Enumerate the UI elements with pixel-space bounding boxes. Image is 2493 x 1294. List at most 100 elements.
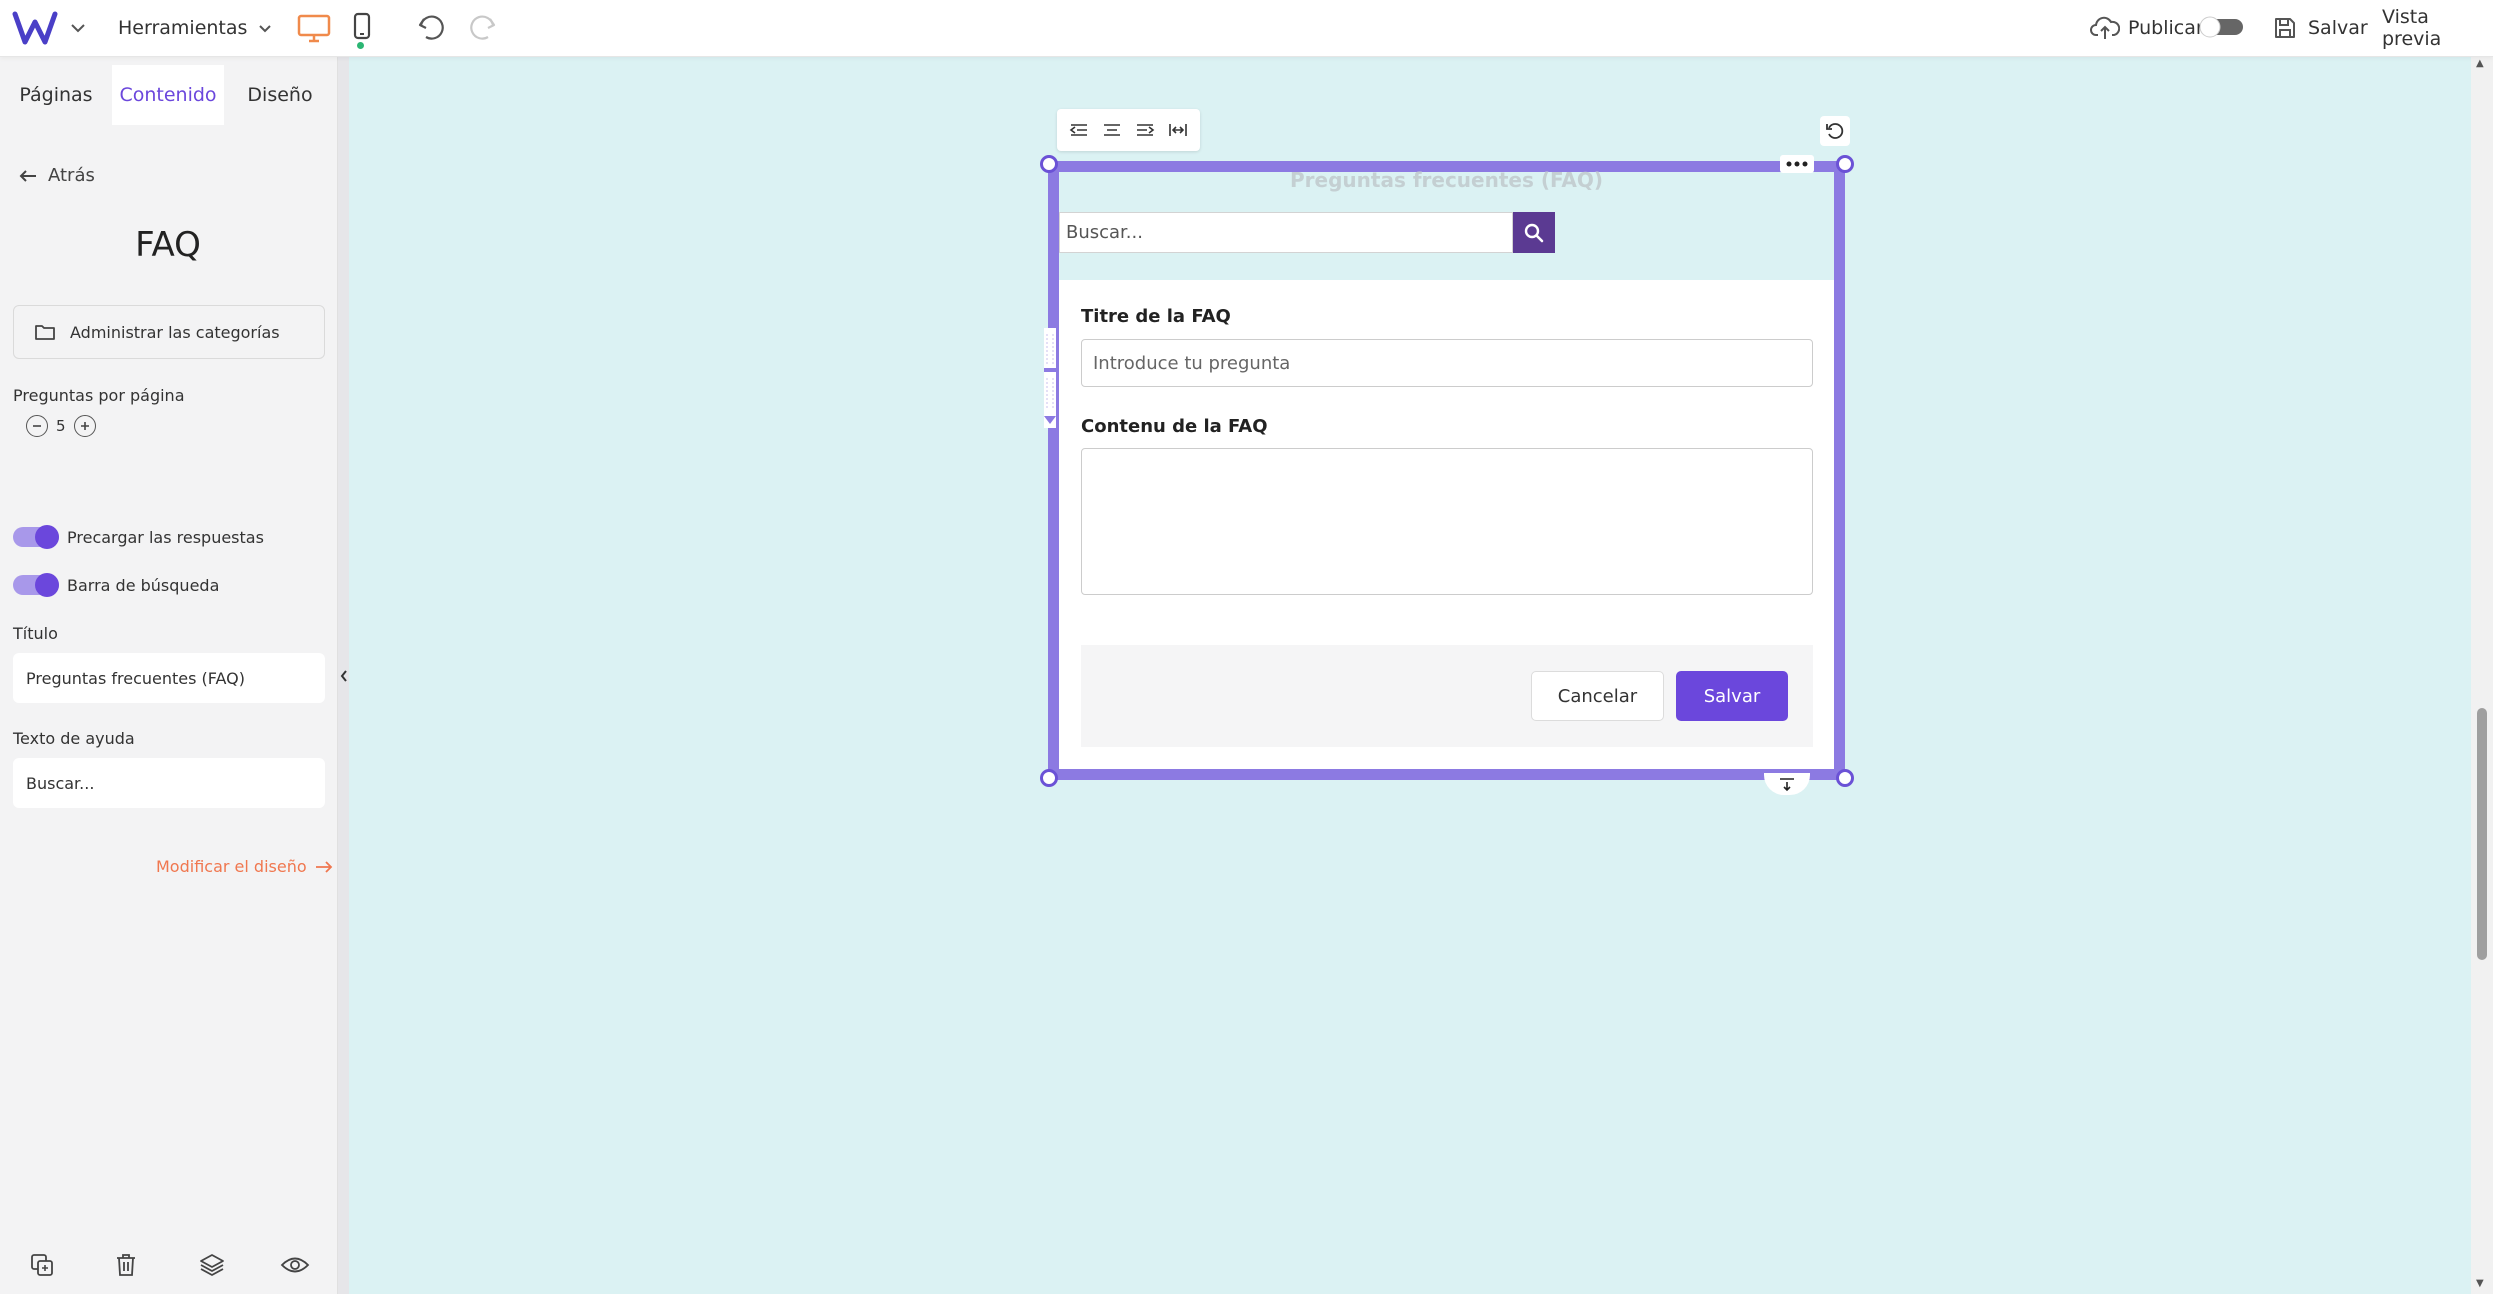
panel-title: FAQ — [135, 225, 201, 265]
plus-icon — [80, 422, 89, 430]
preload-answers-row: Precargar las respuestas — [13, 525, 264, 549]
reset-block-button[interactable] — [1820, 116, 1850, 146]
sidebar-tabs: Páginas Contenido Diseño — [0, 65, 336, 125]
reset-icon — [1826, 123, 1844, 139]
alignment-toolbar — [1057, 109, 1200, 151]
align-center-icon — [1104, 124, 1121, 136]
content-label: Contenu de la FAQ — [1081, 416, 1268, 437]
full-width-button[interactable] — [1165, 117, 1191, 143]
more-horizontal-icon — [1786, 161, 1808, 167]
desktop-view-button[interactable] — [296, 12, 332, 44]
publish-toggle[interactable] — [2198, 15, 2246, 39]
publish-label: Publicar — [2128, 17, 2204, 39]
redo-button[interactable] — [466, 10, 500, 44]
app-logo[interactable] — [12, 10, 58, 46]
chevron-down-icon — [71, 24, 85, 33]
scrollbar-thumb[interactable] — [2477, 708, 2487, 960]
sidebar: Páginas Contenido Diseño Atrás FAQ Admin… — [0, 57, 338, 1294]
scroll-up-arrow-icon[interactable]: ▲ — [2476, 58, 2484, 69]
mobile-icon — [353, 12, 371, 40]
help-text-field[interactable]: Buscar... — [13, 758, 325, 808]
preload-answers-toggle[interactable] — [13, 525, 59, 549]
full-width-icon — [1168, 124, 1187, 136]
save-button[interactable]: Salvar — [2272, 10, 2368, 46]
redo-icon — [470, 15, 496, 40]
tab-pages[interactable]: Páginas — [0, 65, 112, 125]
align-right-button[interactable] — [1132, 117, 1158, 143]
save-icon — [2275, 18, 2295, 38]
modify-design-link[interactable]: Modificar el diseño — [156, 857, 333, 876]
publish-button[interactable]: Publicar — [2090, 10, 2204, 46]
cloud-upload-icon — [2090, 16, 2120, 39]
duplicate-icon — [31, 1254, 53, 1276]
delete-button[interactable] — [108, 1247, 144, 1283]
canvas-scrollbar[interactable] — [2471, 57, 2493, 1294]
drag-handle-icon — [1044, 328, 1056, 428]
question-label: Titre de la FAQ — [1081, 306, 1231, 327]
questions-per-page-label: Preguntas por página — [13, 386, 185, 405]
modify-design-label: Modificar el diseño — [156, 857, 307, 876]
eye-icon — [280, 1257, 310, 1273]
search-bar-toggle[interactable] — [13, 573, 59, 597]
question-input[interactable] — [1081, 339, 1813, 387]
active-device-indicator — [357, 42, 364, 49]
save-label: Salvar — [2308, 17, 2368, 39]
layers-button[interactable] — [194, 1247, 230, 1283]
questions-per-page-value: 5 — [56, 417, 66, 435]
layers-icon — [200, 1254, 224, 1276]
resize-handle-bottom-right[interactable] — [1836, 769, 1854, 787]
align-center-button[interactable] — [1099, 117, 1125, 143]
title-field[interactable]: Preguntas frecuentes (FAQ) — [13, 653, 325, 703]
trash-icon — [117, 1254, 135, 1276]
cancel-button[interactable]: Cancelar — [1531, 671, 1664, 721]
tools-menu[interactable]: Herramientas — [118, 12, 273, 44]
resize-handle-top-left[interactable] — [1040, 155, 1058, 173]
chevron-left-icon — [340, 670, 347, 682]
title-label: Título — [13, 624, 58, 643]
faq-heading: Preguntas frecuentes (FAQ) — [1290, 168, 1603, 192]
visibility-button[interactable] — [277, 1247, 313, 1283]
tools-menu-label: Herramientas — [118, 17, 248, 39]
search-bar-label: Barra de búsqueda — [67, 575, 220, 595]
faq-search-input[interactable] — [1059, 212, 1513, 253]
tab-design[interactable]: Diseño — [224, 65, 336, 125]
duplicate-button[interactable] — [24, 1247, 60, 1283]
align-left-button[interactable] — [1066, 117, 1092, 143]
questions-per-page-stepper: 5 — [26, 415, 96, 437]
preview-button[interactable]: Vista previa — [2382, 6, 2493, 50]
form-save-button[interactable]: Salvar — [1676, 671, 1788, 721]
back-label: Atrás — [48, 165, 95, 186]
content-textarea[interactable] — [1081, 448, 1813, 595]
faq-search-button[interactable] — [1513, 212, 1555, 253]
toggle-off-icon — [2199, 16, 2243, 38]
spacing-icon — [1780, 778, 1794, 792]
back-link[interactable]: Atrás — [18, 165, 95, 186]
top-bar: Herramientas Publicar Salvar Vista previ… — [0, 0, 2493, 57]
preload-answers-label: Precargar las respuestas — [67, 527, 264, 547]
scroll-down-arrow-icon[interactable]: ▼ — [2476, 1278, 2484, 1289]
align-left-icon — [1070, 124, 1088, 136]
manage-categories-button[interactable]: Administrar las categorías — [13, 305, 325, 359]
undo-icon — [418, 15, 444, 40]
decrement-button[interactable] — [26, 415, 48, 437]
help-text-label: Texto de ayuda — [13, 729, 135, 748]
tab-content[interactable]: Contenido — [112, 65, 224, 125]
drag-handle[interactable] — [1044, 328, 1056, 428]
resize-handle-top-right[interactable] — [1836, 155, 1854, 173]
preview-label: Vista previa — [2382, 6, 2442, 50]
collapse-sidebar-button[interactable] — [339, 666, 349, 686]
mobile-view-button[interactable] — [350, 10, 374, 46]
minus-icon — [33, 425, 41, 427]
sidebar-bottom-actions — [0, 1247, 336, 1287]
resize-handle-bottom-left[interactable] — [1040, 769, 1058, 787]
manage-categories-label: Administrar las categorías — [70, 322, 280, 342]
arrow-left-icon — [19, 169, 36, 182]
increment-button[interactable] — [73, 415, 96, 437]
logo-icon — [12, 11, 58, 45]
arrow-right-icon — [315, 860, 332, 873]
undo-button[interactable] — [414, 10, 448, 44]
app-menu-caret[interactable] — [68, 16, 88, 40]
chevron-down-icon — [259, 25, 272, 33]
desktop-icon — [297, 14, 331, 43]
folder-icon — [35, 325, 55, 340]
